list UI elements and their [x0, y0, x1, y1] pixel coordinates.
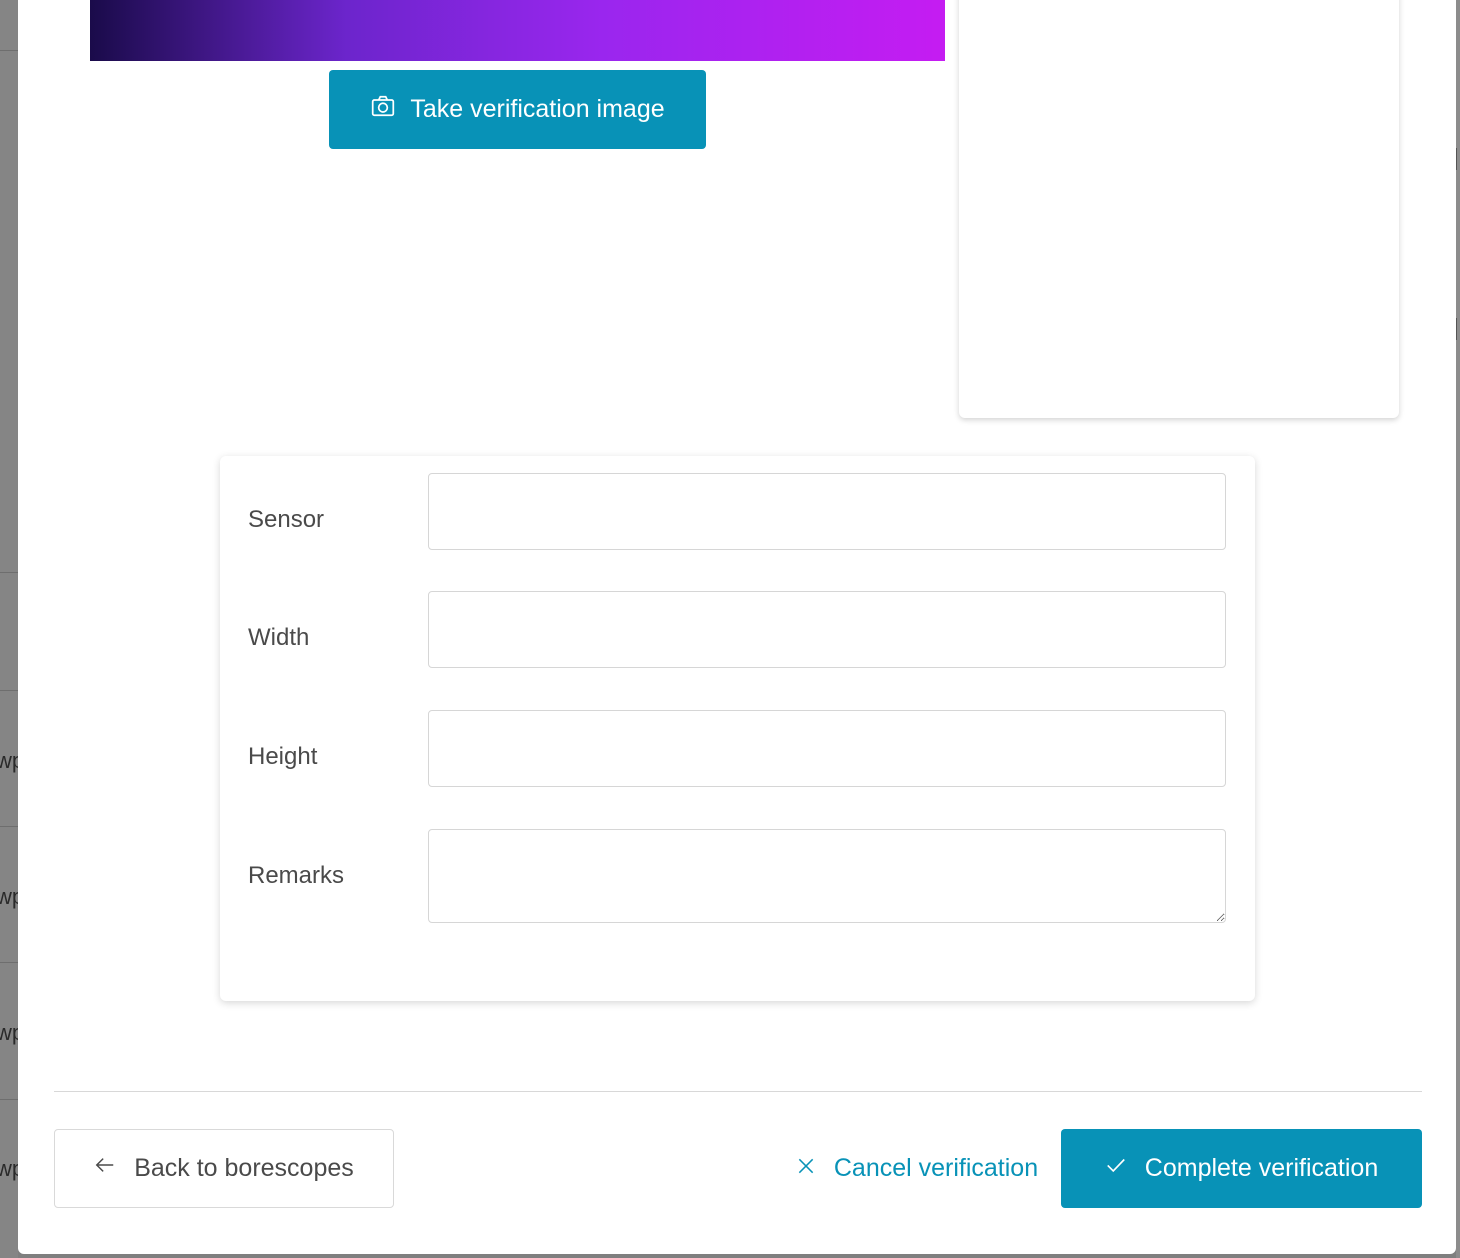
back-to-borescopes-label: Back to borescopes	[134, 1154, 354, 1182]
background-row-divider	[0, 962, 18, 963]
background-page-edge	[0, 0, 18, 1258]
back-to-borescopes-button[interactable]: Back to borescopes	[54, 1129, 394, 1208]
checkmark-icon	[1105, 1154, 1127, 1183]
take-verification-image-label: Take verification image	[410, 95, 665, 123]
height-input[interactable]	[428, 710, 1226, 787]
background-row-text: wp	[0, 884, 18, 909]
width-label: Width	[248, 624, 310, 651]
background-row-text: wp	[0, 1020, 18, 1045]
take-verification-image-button[interactable]: Take verification image	[329, 70, 706, 149]
remarks-label: Remarks	[248, 862, 345, 889]
background-row-text: wp	[0, 1156, 18, 1181]
background-row-divider	[0, 572, 18, 573]
complete-verification-label: Complete verification	[1144, 1154, 1379, 1182]
background-scroll-mark	[1456, 318, 1460, 340]
sensor-input[interactable]	[428, 473, 1226, 550]
arrow-left-icon	[94, 1154, 116, 1183]
camera-icon	[370, 93, 396, 126]
height-label: Height	[248, 743, 318, 770]
background-page-edge-right	[1456, 0, 1460, 1258]
footer-divider	[54, 1091, 1422, 1092]
complete-verification-button[interactable]: Complete verification	[1061, 1129, 1422, 1208]
sensor-label: Sensor	[248, 506, 325, 533]
background-row-text: wp	[0, 748, 18, 773]
measurement-form: Sensor Width Height Remarks	[220, 456, 1255, 1001]
background-row-divider	[0, 1099, 18, 1100]
width-input[interactable]	[428, 591, 1226, 668]
cancel-verification-label: Cancel verification	[833, 1154, 1039, 1182]
background-row-divider	[0, 690, 18, 691]
verification-modal: Take verification image Sensor Width Hei…	[18, 0, 1456, 1254]
cancel-verification-button[interactable]: Cancel verification	[782, 1129, 1052, 1208]
camera-preview	[90, 0, 945, 61]
background-scroll-mark	[1456, 148, 1460, 170]
background-row-divider	[0, 826, 18, 827]
close-icon	[796, 1154, 816, 1183]
remarks-textarea[interactable]	[428, 829, 1226, 923]
background-row-divider	[0, 50, 18, 51]
side-panel-card	[959, 0, 1399, 418]
